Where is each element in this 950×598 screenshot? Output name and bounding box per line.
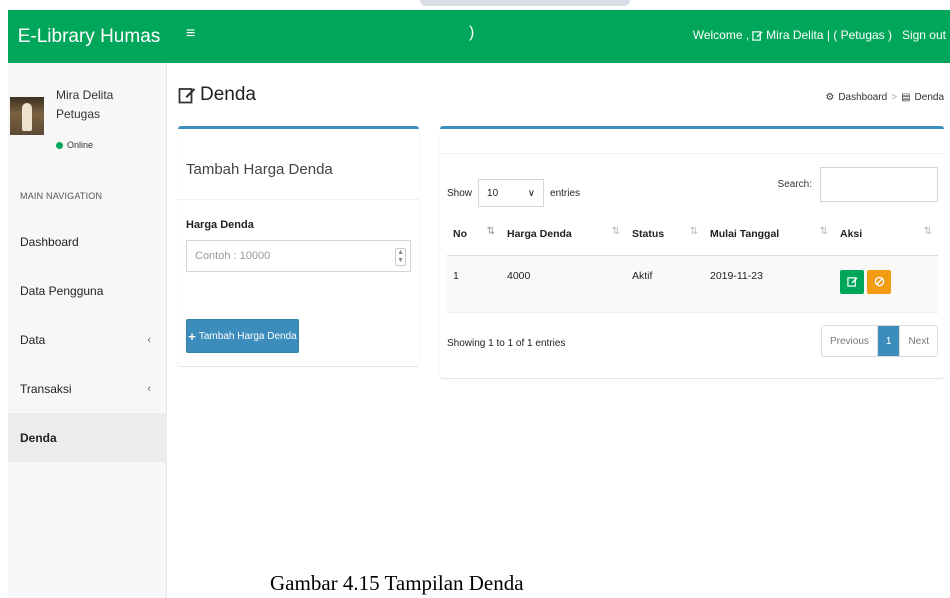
chevron-left-icon: ‹ <box>147 382 151 395</box>
fine-table: No ⇅ Harga Denda ⇅ Status ⇅ Mulai Tanggal ⇅ … <box>447 213 938 313</box>
disable-button[interactable] <box>867 269 891 294</box>
pagination-previous[interactable]: Previous <box>822 326 877 356</box>
user-panel: Mira Delita Petugas Online <box>8 63 167 163</box>
add-fine-button[interactable]: + Tambah Harga Denda <box>186 319 299 353</box>
user-status: Online <box>56 140 93 150</box>
add-fine-button-label: Tambah Harga Denda <box>198 330 297 342</box>
sort-icon: ⇅ <box>923 226 932 237</box>
sidebar-item-transaksi[interactable]: Transaksi ‹ <box>8 364 167 413</box>
cell-tanggal: 2019-11-23 <box>704 255 834 313</box>
harga-denda-input[interactable] <box>195 250 375 262</box>
edit-icon <box>846 277 858 287</box>
sidebar-item-label: Data Pengguna <box>20 283 104 298</box>
top-decoration <box>420 0 630 6</box>
pagination: Previous 1 Next <box>820 325 938 357</box>
table-header-row: No ⇅ Harga Denda ⇅ Status ⇅ Mulai Tanggal ⇅ … <box>447 213 938 256</box>
breadcrumb-current: Denda <box>914 92 944 103</box>
breadcrumb-home[interactable]: Dashboard <box>838 92 887 103</box>
sidebar-item-denda[interactable]: Denda <box>8 413 167 462</box>
ban-icon <box>874 276 884 287</box>
sort-icon: ⇅ <box>611 226 620 237</box>
dashboard-icon: ⚙ <box>825 92 835 103</box>
column-header-no[interactable]: No ⇅ <box>447 213 501 256</box>
chevron-down-icon: ∨ <box>527 187 536 199</box>
sort-icon: ⇅ <box>689 226 698 237</box>
pagination-next[interactable]: Next <box>899 326 937 356</box>
column-header-harga[interactable]: Harga Denda ⇅ <box>501 213 626 256</box>
box-header-line <box>440 153 944 154</box>
column-header-aksi[interactable]: Aksi ⇅ <box>834 213 938 256</box>
search-input[interactable] <box>820 167 938 202</box>
column-header-tanggal[interactable]: Mulai Tanggal ⇅ <box>704 213 834 256</box>
sidebar-item-dashboard[interactable]: Dashboard <box>8 217 167 266</box>
harga-denda-label: Harga Denda <box>186 219 254 231</box>
entries-label: entries <box>550 187 581 199</box>
top-strip <box>0 0 950 10</box>
user-name: Mira Delita <box>56 88 114 102</box>
sort-icon: ⇅ <box>819 226 828 237</box>
sidebar-item-data-pengguna[interactable]: Data Pengguna <box>8 266 167 315</box>
search-label: Search: <box>777 179 812 190</box>
form-title: Tambah Harga Denda <box>186 161 333 178</box>
sidebar-item-label: Denda <box>20 430 57 445</box>
user-role: Petugas <box>56 107 101 121</box>
signout-link[interactable]: Sign out <box>902 28 946 42</box>
top-navbar: E-Library Humas ≡ ) Welcome , Mira Delit… <box>8 10 950 63</box>
show-label: Show <box>447 187 473 199</box>
sidebar-item-data[interactable]: Data ‹ <box>8 315 167 364</box>
chevron-left-icon: ‹ <box>147 333 151 346</box>
figure-caption: Gambar 4.15 Tampilan Denda <box>270 571 524 595</box>
sidebar-menu: Dashboard Data Pengguna Data ‹ Transaksi ‹… <box>8 217 167 462</box>
sort-asc-icon: ⇅ <box>486 226 495 237</box>
avatar <box>10 97 44 135</box>
cell-no: 1 <box>447 255 501 313</box>
edit-icon <box>752 30 763 41</box>
number-spinner[interactable]: ▲ ▼ <box>395 248 406 266</box>
harga-denda-field: ▲▼ <box>186 240 411 272</box>
cell-harga: 4000 <box>501 255 626 313</box>
status-text: Online <box>67 140 94 150</box>
plus-icon: + <box>188 328 196 344</box>
welcome-text: Welcome , Mira Delita | ( Petugas ) <box>693 28 892 42</box>
add-fine-form-box: Tambah Harga Denda Harga Denda ▲▼ + Tamb… <box>178 126 419 366</box>
cell-status: Aktif <box>626 255 704 313</box>
table-search: Search: <box>778 167 938 202</box>
page-size-control: Show 10 ∨ entries <box>447 179 580 207</box>
page-size-select[interactable]: 10 ∨ <box>478 179 545 207</box>
fine-table-box: Show 10 ∨ entries Search: No ⇅ Harga Dend… <box>440 126 944 378</box>
column-header-status[interactable]: Status ⇅ <box>626 213 704 256</box>
page-title-text: Denda <box>200 84 256 105</box>
loading-indicator: ) <box>469 24 475 41</box>
welcome-user: Mira Delita | ( Petugas ) <box>766 28 892 42</box>
cell-aksi <box>834 255 938 313</box>
welcome-prefix: Welcome , <box>692 28 750 42</box>
file-icon: ▤ <box>901 92 911 103</box>
sidebar-item-label: Dashboard <box>20 234 79 249</box>
breadcrumb: ⚙ Dashboard > ▤ Denda <box>825 92 944 103</box>
form-divider <box>178 199 419 200</box>
sidebar-item-label: Transaksi <box>20 381 72 396</box>
nav-header: MAIN NAVIGATION <box>20 191 103 201</box>
page-size-value: 10 <box>487 187 499 199</box>
hamburger-icon[interactable]: ≡ <box>186 25 195 43</box>
edit-button[interactable] <box>840 269 864 294</box>
table-info: Showing 1 to 1 of 1 entries <box>447 338 566 349</box>
page-title: Denda <box>178 84 256 106</box>
breadcrumb-separator: > <box>891 92 898 103</box>
sidebar: Mira Delita Petugas Online MAIN NAVIGATI… <box>8 63 167 598</box>
brand-logo[interactable]: E-Library Humas <box>8 10 170 63</box>
edit-icon <box>178 88 196 104</box>
table-row: 1 4000 Aktif 2019-11-23 <box>447 255 938 313</box>
sidebar-item-label: Data <box>20 332 46 347</box>
online-dot-icon <box>56 141 63 149</box>
pagination-page[interactable]: 1 <box>876 326 900 356</box>
